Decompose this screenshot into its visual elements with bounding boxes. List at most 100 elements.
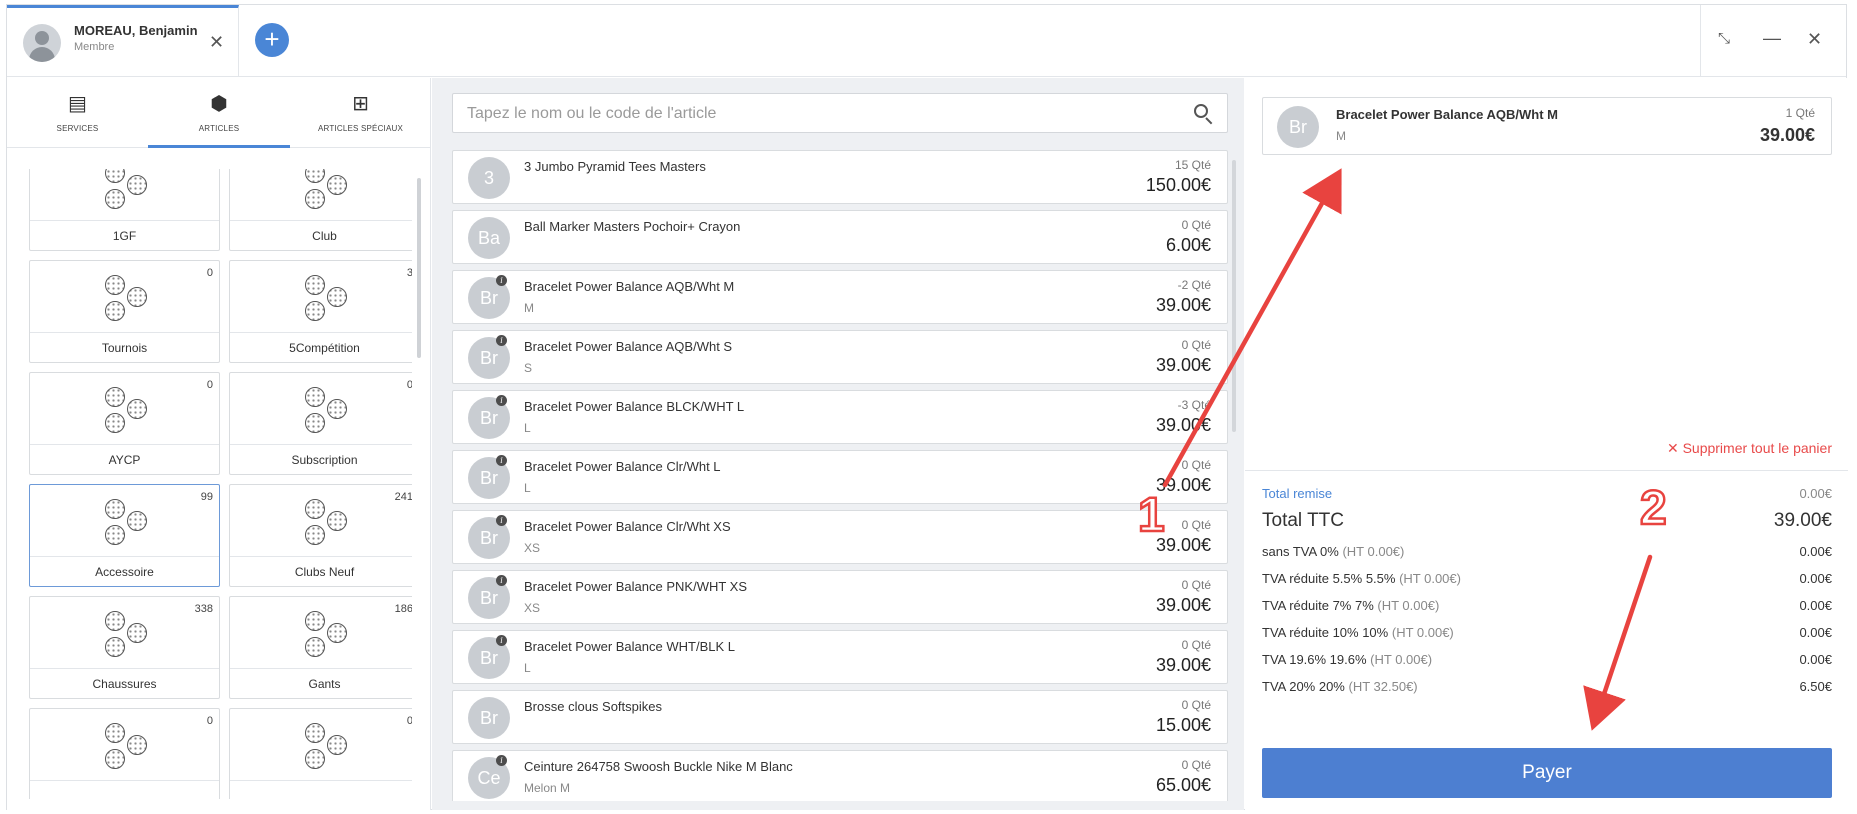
tax-value: 0.00€ bbox=[1799, 598, 1832, 613]
tab-articles-speciaux[interactable]: ⊞ ARTICLES SPÉCIAUX bbox=[290, 78, 431, 148]
info-icon[interactable]: i bbox=[496, 515, 507, 526]
article-qty: 0 Qté bbox=[1181, 578, 1211, 592]
article-price: 39.00€ bbox=[1155, 295, 1211, 315]
annotation-step-1: 1 bbox=[1137, 488, 1166, 544]
category-tile[interactable]: 0 bbox=[229, 708, 412, 799]
total-remise-label[interactable]: Total remise bbox=[1262, 486, 1332, 501]
article-name: Bracelet Power Balance WHT/BLK L bbox=[524, 639, 735, 654]
article-qty: 0 Qté bbox=[1181, 638, 1211, 652]
annotation-step-2: 2 bbox=[1639, 481, 1668, 537]
info-icon[interactable]: i bbox=[496, 635, 507, 646]
article-qty: 15 Qté bbox=[1174, 158, 1211, 172]
info-icon[interactable]: i bbox=[496, 395, 507, 406]
cart-panel: Br Bracelet Power Balance AQB/Wht M M 1 … bbox=[1245, 78, 1848, 810]
tax-row: TVA réduite 7% 7% (HT 0.00€) 0.00€ bbox=[1262, 598, 1832, 613]
category-tile[interactable]: 61GF bbox=[29, 169, 220, 251]
golf-balls-icon bbox=[303, 169, 349, 213]
tax-label: TVA réduite 5.5% 5.5% bbox=[1262, 571, 1396, 586]
article-qty: 0 Qté bbox=[1181, 758, 1211, 772]
tax-value: 0.00€ bbox=[1799, 571, 1832, 586]
search-icon[interactable] bbox=[1194, 104, 1214, 125]
category-label: 5Compétition bbox=[230, 332, 412, 362]
article-avatar: 3 bbox=[468, 157, 510, 199]
tab-articles[interactable]: ⬢ ARTICLES bbox=[148, 78, 290, 148]
category-tile[interactable]: 0 Subscription bbox=[229, 372, 412, 475]
tax-row: TVA 20% 20% (HT 32.50€) 6.50€ bbox=[1262, 679, 1832, 694]
member-name: MOREAU, Benjamin bbox=[74, 23, 198, 38]
category-tile[interactable]: 3 5Compétition bbox=[229, 260, 412, 363]
info-icon[interactable]: i bbox=[496, 455, 507, 466]
add-member-button[interactable]: + bbox=[255, 23, 289, 57]
window-close-icon[interactable]: ✕ bbox=[1807, 29, 1822, 49]
golf-balls-icon bbox=[303, 385, 349, 437]
article-variant: M bbox=[524, 301, 534, 315]
category-label: Gants bbox=[230, 668, 412, 698]
category-grid: 61GF0Club0Tournois35Compétition0AYCP0Sub… bbox=[22, 169, 412, 799]
golf-balls-icon bbox=[103, 721, 149, 773]
category-tile[interactable]: 0Club bbox=[229, 169, 412, 251]
minimize-icon[interactable]: — bbox=[1763, 28, 1781, 48]
box-icon: ⬢ bbox=[210, 93, 228, 115]
total-remise-value: 0.00€ bbox=[1799, 486, 1832, 501]
tax-value: 0.00€ bbox=[1799, 625, 1832, 640]
tab-label: SERVICES bbox=[56, 124, 99, 133]
cart-item-name: Bracelet Power Balance AQB/Wht M bbox=[1336, 107, 1559, 122]
category-panel: ▤ SERVICES ⬢ ARTICLES ⊞ ARTICLES SPÉCIAU… bbox=[7, 78, 431, 810]
article-row[interactable]: Br i Bracelet Power Balance AQB/Wht M M -2 Q… bbox=[452, 270, 1228, 324]
category-tile[interactable]: 0 Tournois bbox=[29, 260, 220, 363]
tab-services[interactable]: ▤ SERVICES bbox=[7, 78, 148, 148]
article-row[interactable]: Br i Bracelet Power Balance BLCK/WHT L L -3 … bbox=[452, 390, 1228, 444]
article-row[interactable]: Ce i Ceinture 264758 Swoosh Buckle Nike M … bbox=[452, 750, 1228, 801]
category-tile[interactable]: 0 AYCP bbox=[29, 372, 220, 475]
header-bar: MOREAU, Benjamin Membre ✕ + ⤡ — ✕ bbox=[7, 5, 1846, 77]
special-box-icon: ⊞ bbox=[352, 93, 369, 115]
scrollbar[interactable] bbox=[1232, 160, 1236, 432]
category-tile[interactable]: 241 Clubs Neuf bbox=[229, 484, 412, 587]
article-row[interactable]: 3 3 Jumbo Pyramid Tees Masters 15 Qté 150.0… bbox=[452, 150, 1228, 204]
article-row[interactable]: Br Brosse clous Softspikes 0 Qté 15.00€ bbox=[452, 690, 1228, 744]
article-row[interactable]: Ba Ball Marker Masters Pochoir+ Crayon 0 Q… bbox=[452, 210, 1228, 264]
tax-ht: (HT 0.00€) bbox=[1377, 598, 1440, 613]
article-qty: 0 Qté bbox=[1181, 518, 1211, 532]
golf-balls-icon bbox=[303, 273, 349, 325]
info-icon[interactable]: i bbox=[496, 575, 507, 586]
tax-row: TVA 19.6% 19.6% (HT 0.00€) 0.00€ bbox=[1262, 652, 1832, 667]
clear-cart-button[interactable]: ✕ Supprimer tout le panier bbox=[1667, 440, 1832, 457]
category-tile[interactable]: 186 Gants bbox=[229, 596, 412, 699]
article-variant: S bbox=[524, 361, 533, 375]
article-qty: 0 Qté bbox=[1181, 698, 1211, 712]
tax-ht: (HT 32.50€) bbox=[1348, 679, 1418, 694]
cart-item[interactable]: Br Bracelet Power Balance AQB/Wht M M 1 … bbox=[1262, 97, 1832, 155]
category-tile[interactable]: 99 Accessoire bbox=[29, 484, 220, 587]
article-variant: XS bbox=[524, 601, 541, 615]
article-row[interactable]: Br i Bracelet Power Balance WHT/BLK LL0 Qt… bbox=[452, 630, 1228, 684]
article-panel: 3 3 Jumbo Pyramid Tees Masters 15 Qté 150.0… bbox=[432, 78, 1244, 810]
category-count: 0 bbox=[206, 715, 213, 727]
article-name: Bracelet Power Balance AQB/Wht M bbox=[524, 279, 735, 294]
cart-item-price: 39.00€ bbox=[1759, 125, 1815, 145]
expand-icon[interactable]: ⤡ bbox=[1718, 29, 1730, 49]
member-tab[interactable]: MOREAU, Benjamin Membre ✕ bbox=[7, 5, 239, 77]
golf-balls-icon bbox=[303, 497, 349, 549]
category-label bbox=[30, 780, 219, 799]
tab-label: ARTICLES bbox=[198, 124, 240, 133]
close-tab-icon[interactable]: ✕ bbox=[209, 33, 224, 51]
info-icon[interactable]: i bbox=[496, 275, 507, 286]
info-icon[interactable]: i bbox=[496, 755, 507, 766]
article-row[interactable]: Br i Bracelet Power Balance Clr/Wht LL0 Qt… bbox=[452, 450, 1228, 504]
article-row[interactable]: Br i Bracelet Power Balance PNK/WHT XS XS 0 … bbox=[452, 570, 1228, 624]
pay-button[interactable]: Payer bbox=[1262, 748, 1832, 798]
article-row[interactable]: Br i Bracelet Power Balance Clr/Wht XS XS 0 … bbox=[452, 510, 1228, 564]
article-row[interactable]: Br i Bracelet Power Balance AQB/Wht SS0 Qt… bbox=[452, 330, 1228, 384]
receipt-icon: ▤ bbox=[68, 93, 87, 115]
info-icon[interactable]: i bbox=[496, 335, 507, 346]
category-label: Tournois bbox=[30, 332, 219, 362]
search-input[interactable] bbox=[467, 103, 1167, 125]
total-remise-row[interactable]: Total remise 0.00€ bbox=[1262, 486, 1832, 501]
divider bbox=[1245, 470, 1848, 471]
category-tile[interactable]: 0 bbox=[29, 708, 220, 799]
category-tile[interactable]: 338 Chaussures bbox=[29, 596, 220, 699]
category-label: Clubs Neuf bbox=[230, 556, 412, 586]
scrollbar[interactable] bbox=[417, 178, 421, 358]
golf-balls-icon bbox=[103, 497, 149, 549]
